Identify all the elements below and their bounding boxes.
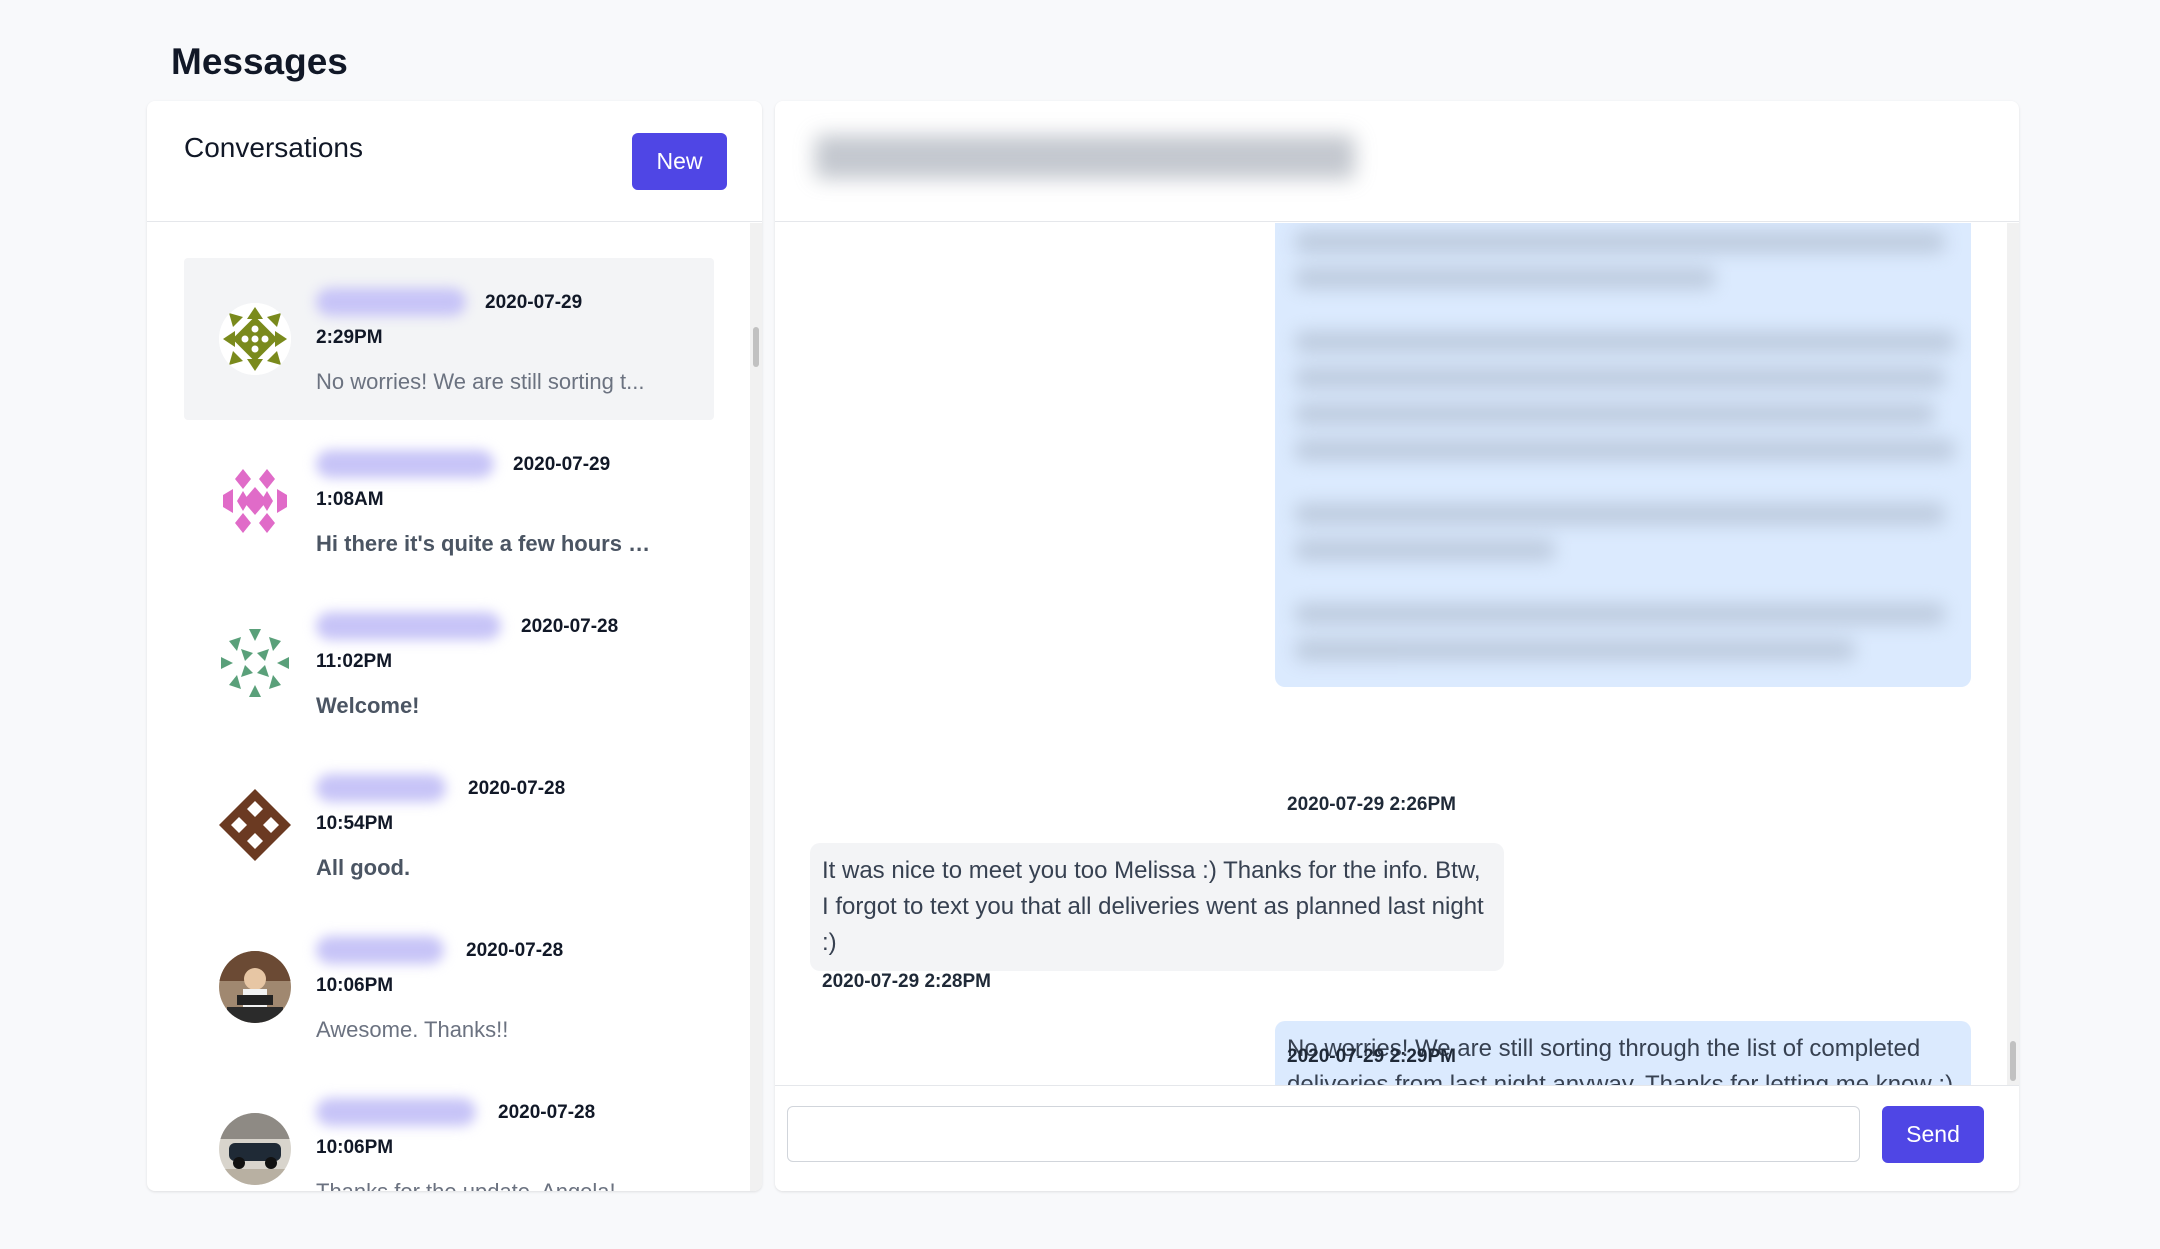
chat-header xyxy=(775,101,2019,222)
message-timestamp: 2020-07-29 2:29PM xyxy=(1287,1046,1456,1067)
conversation-date: 2020-07-29 xyxy=(485,292,583,313)
contact-name-redacted xyxy=(316,450,494,478)
conversation-date: 2020-07-28 xyxy=(466,940,564,961)
contact-name-redacted xyxy=(316,288,466,316)
message-bubble-redacted xyxy=(1275,223,1971,687)
conversation-list-scrollbar[interactable] xyxy=(750,223,762,1191)
conversation-item[interactable]: 2020-07-28 10:54PM All good. xyxy=(184,744,714,906)
message-thread-scrollbar[interactable] xyxy=(2007,223,2019,1085)
conversation-item[interactable]: 2020-07-29 1:08AM Hi there it's quite a … xyxy=(184,420,714,582)
conversation-time: 10:54PM xyxy=(316,813,394,834)
contact-name-redacted xyxy=(316,774,446,802)
identicon-green-icon xyxy=(219,627,291,699)
page-title: Messages xyxy=(171,41,348,82)
conversation-time: 10:06PM xyxy=(316,1137,394,1158)
conversation-time: 10:06PM xyxy=(316,975,394,996)
avatar xyxy=(219,789,291,861)
conversation-preview: Awesome. Thanks!! xyxy=(316,1017,509,1042)
send-button[interactable]: Send xyxy=(1882,1106,1984,1163)
conversation-item[interactable]: 2020-07-28 10:06PM Awesome. Thanks!! xyxy=(184,906,714,1068)
new-conversation-button[interactable]: New xyxy=(632,133,727,190)
conversation-preview: Welcome! xyxy=(316,693,420,718)
conversation-item[interactable]: 2020-07-29 2:29PM No worries! We are sti… xyxy=(184,258,714,420)
conversation-preview: Hi there it's quite a few hours la... xyxy=(316,531,656,556)
conversations-header: Conversations New xyxy=(147,101,762,222)
conversation-date: 2020-07-28 xyxy=(498,1102,596,1123)
identicon-brown-icon xyxy=(219,789,291,861)
chat-panel: 2020-07-29 2:26PM It was nice to meet yo… xyxy=(775,101,2019,1191)
conversation-time: 1:08AM xyxy=(316,489,384,510)
conversation-preview: No worries! We are still sorting t... xyxy=(316,369,645,394)
chat-title-redacted xyxy=(815,135,1355,179)
avatar xyxy=(219,951,291,1023)
identicon-olive-icon xyxy=(219,303,291,375)
photo-avatar-person-icon xyxy=(219,951,291,1023)
message-timestamp: 2020-07-29 2:26PM xyxy=(1287,794,1456,815)
conversation-date: 2020-07-28 xyxy=(521,616,619,637)
conversation-item[interactable]: 2020-07-28 10:06PM Thanks for the update… xyxy=(184,1068,714,1191)
avatar xyxy=(219,627,291,699)
contact-name-redacted xyxy=(316,612,501,640)
scrollbar-thumb[interactable] xyxy=(2010,1041,2016,1081)
conversation-time: 2:29PM xyxy=(316,327,383,348)
conversation-preview: All good. xyxy=(316,855,411,880)
conversation-preview: Thanks for the update, Angela! xyxy=(316,1178,656,1191)
avatar xyxy=(219,1113,291,1185)
identicon-pink-icon xyxy=(219,465,291,537)
avatar xyxy=(219,465,291,537)
message-composer: Send xyxy=(775,1085,2019,1191)
message-bubble-received: It was nice to meet you too Melissa :) T… xyxy=(810,843,1504,971)
message-input[interactable] xyxy=(787,1106,1860,1162)
conversation-list: 2020-07-29 2:29PM No worries! We are sti… xyxy=(147,223,762,1191)
contact-name-redacted xyxy=(316,936,444,964)
avatar xyxy=(219,303,291,375)
photo-avatar-car-icon xyxy=(219,1113,291,1185)
contact-name-redacted xyxy=(316,1098,476,1126)
conversation-date: 2020-07-28 xyxy=(468,778,566,799)
conversation-date: 2020-07-29 xyxy=(513,454,611,475)
conversation-item[interactable]: 2020-07-28 11:02PM Welcome! xyxy=(184,582,714,744)
conversations-heading: Conversations xyxy=(184,132,363,163)
conversations-panel: Conversations New 2020-07-29 2:29PM No w… xyxy=(147,101,762,1191)
message-timestamp: 2020-07-29 2:28PM xyxy=(822,971,991,992)
message-thread: 2020-07-29 2:26PM It was nice to meet yo… xyxy=(775,223,2007,1085)
conversation-time: 11:02PM xyxy=(316,651,393,672)
scrollbar-thumb[interactable] xyxy=(753,327,759,367)
